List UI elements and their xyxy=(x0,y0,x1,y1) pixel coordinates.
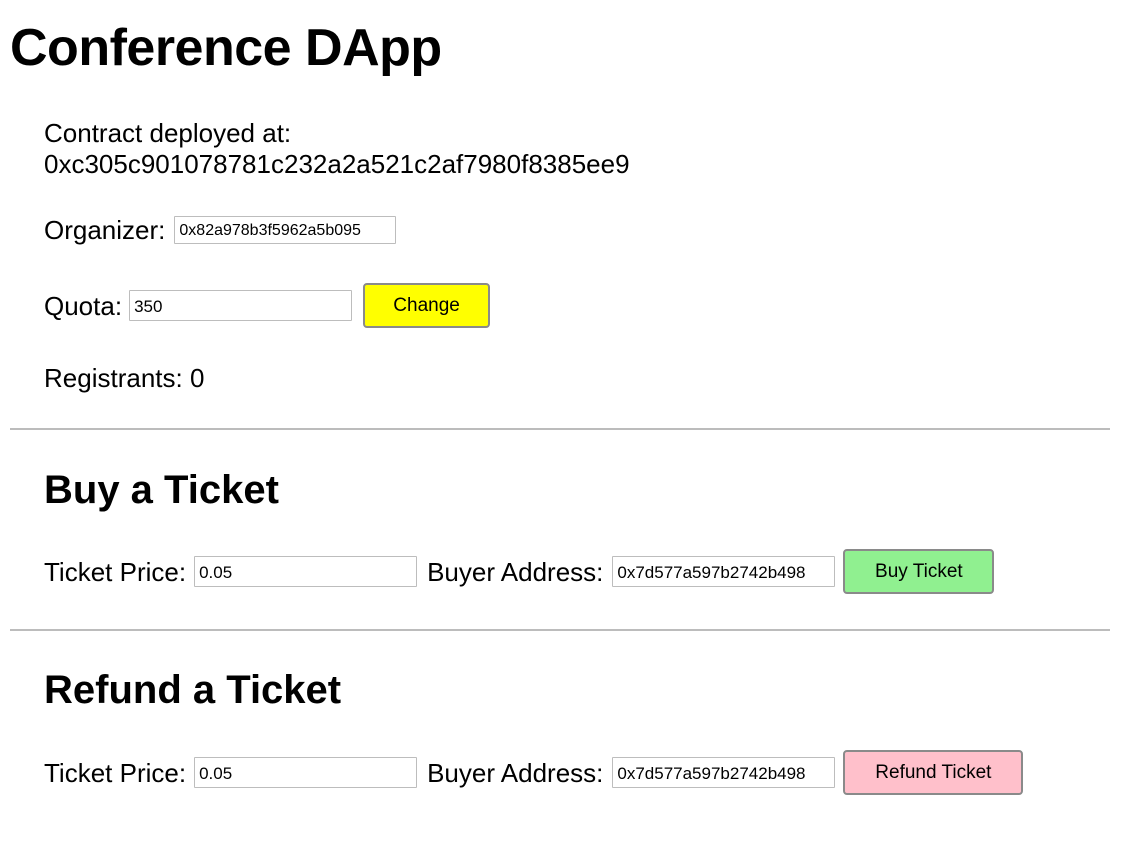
organizer-row: Organizer: xyxy=(44,215,397,245)
quota-input[interactable] xyxy=(129,290,353,321)
refund-heading: Refund a Ticket xyxy=(44,668,342,712)
divider xyxy=(10,428,1110,430)
refund-row: Ticket Price: Buyer Address: Refund Tick… xyxy=(44,750,1024,795)
buy-price-label: Ticket Price: xyxy=(44,556,187,587)
divider xyxy=(10,629,1110,631)
organizer-input[interactable] xyxy=(174,216,397,244)
refund-buyer-label: Buyer Address: xyxy=(427,757,604,788)
contract-address: 0xc305c901078781c232a2a521c2af7980f8385e… xyxy=(44,149,630,179)
buy-buyer-input[interactable] xyxy=(612,556,836,587)
quota-label: Quota: xyxy=(44,290,123,321)
buy-price-input[interactable] xyxy=(194,556,418,587)
refund-price-label: Ticket Price: xyxy=(44,757,187,788)
change-button[interactable]: Change xyxy=(363,283,491,328)
buy-heading: Buy a Ticket xyxy=(44,468,279,512)
refund-buyer-input[interactable] xyxy=(612,757,836,788)
registrants-count: Registrants: 0 xyxy=(44,363,205,393)
quota-row: Quota: Change xyxy=(44,283,491,328)
refund-ticket-button[interactable]: Refund Ticket xyxy=(843,750,1024,795)
contract-label: Contract deployed at: xyxy=(44,118,292,148)
page: Conference DApp Contract deployed at: 0x… xyxy=(0,0,1134,844)
buy-ticket-button[interactable]: Buy Ticket xyxy=(843,549,995,594)
refund-price-input[interactable] xyxy=(194,757,418,788)
buy-row: Ticket Price: Buyer Address: Buy Ticket xyxy=(44,549,995,594)
buy-buyer-label: Buyer Address: xyxy=(427,556,604,587)
page-title: Conference DApp xyxy=(10,19,442,77)
organizer-label: Organizer: xyxy=(44,215,166,245)
